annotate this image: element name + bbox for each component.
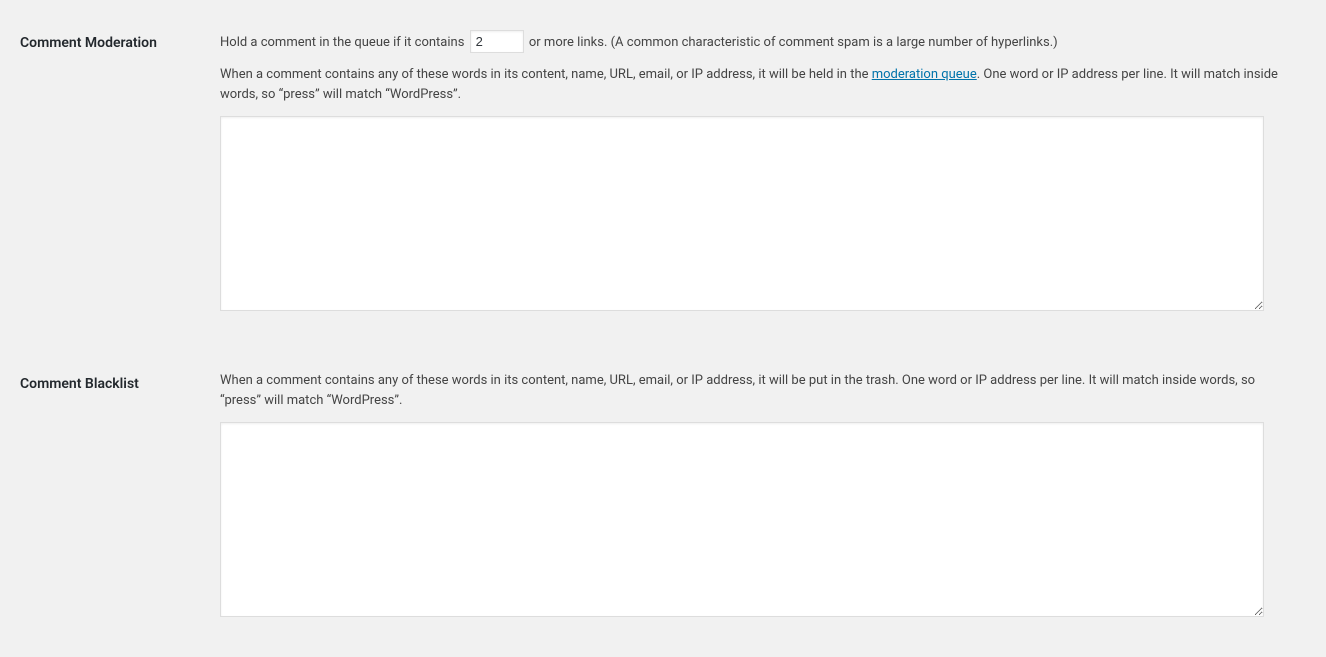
moderation-links-before: Hold a comment in the queue if it contai… <box>220 35 468 50</box>
comment-blacklist-row: Comment Blacklist When a comment contain… <box>20 361 1306 637</box>
blacklist-keys-textarea[interactable] <box>220 422 1264 617</box>
comment-blacklist-heading: Comment Blacklist <box>20 376 139 392</box>
blacklist-description: When a comment contains any of these wor… <box>220 371 1296 410</box>
comment-moderation-row: Comment Moderation Hold a comment in the… <box>20 20 1306 331</box>
moderation-max-links-input[interactable] <box>470 30 524 53</box>
moderation-keys-textarea[interactable] <box>220 116 1264 311</box>
moderation-links-line: Hold a comment in the queue if it contai… <box>220 30 1296 53</box>
comment-moderation-heading: Comment Moderation <box>20 35 157 51</box>
moderation-links-after: or more links. (A common characteristic … <box>529 35 1058 50</box>
moderation-queue-link[interactable]: moderation queue <box>872 67 977 82</box>
discussion-settings-table: Comment Moderation Hold a comment in the… <box>20 20 1306 637</box>
moderation-links-label: Hold a comment in the queue if it contai… <box>220 35 1058 50</box>
moderation-description: When a comment contains any of these wor… <box>220 65 1296 104</box>
moderation-desc-before: When a comment contains any of these wor… <box>220 67 872 82</box>
